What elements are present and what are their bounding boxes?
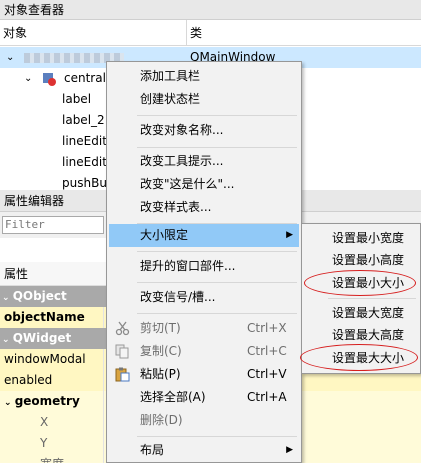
expand-icon[interactable]: ⌄ (2, 293, 13, 303)
tree-row-label: pushBu (62, 176, 107, 190)
menu-item-change-whatsthis[interactable]: 改变"这是什么"... (109, 173, 299, 196)
property-label: enabled (0, 370, 104, 391)
submenu-item-set-min-height[interactable]: 设置最小高度 (304, 249, 418, 271)
tree-row-label: label_2 (62, 113, 105, 127)
menu-item-layout[interactable]: 布局 ▶ (109, 439, 299, 462)
menu-item-copy[interactable]: 复制(C) Ctrl+C (109, 340, 299, 363)
menu-item-add-toolbar[interactable]: 添加工具栏 (109, 65, 299, 88)
property-group-label: QObject (12, 289, 67, 303)
menu-item-label: 复制(C) (140, 344, 182, 358)
property-label: Y (0, 433, 104, 454)
submenu-arrow-icon: ▶ (286, 445, 293, 455)
menu-item-change-stylesheet[interactable]: 改变样式表... (109, 196, 299, 219)
menu-separator (137, 147, 297, 148)
tree-row-label: lineEdit (62, 134, 107, 148)
menu-item-create-statusbar[interactable]: 创建状态栏 (109, 88, 299, 111)
annotation-ellipse-min-size (304, 270, 416, 296)
property-label: objectName (0, 307, 104, 328)
menu-item-change-objectname[interactable]: 改变对象名称... (109, 119, 299, 142)
object-tree-header: 对象 类 (0, 20, 421, 46)
expand-icon[interactable]: ⌄ (2, 335, 13, 345)
menu-separator (137, 436, 297, 437)
tree-row-label: label (62, 92, 92, 106)
chevron-down-icon[interactable]: ⌄ (6, 47, 14, 68)
menu-separator (137, 313, 297, 314)
scissors-icon (115, 321, 130, 336)
tree-row-label: central (64, 71, 106, 85)
menu-separator (137, 282, 297, 283)
menu-item-paste[interactable]: 粘贴(P) Ctrl+V (109, 363, 299, 386)
property-label: ⌄ QWidget (0, 328, 104, 349)
menu-item-delete[interactable]: 删除(D) (109, 409, 299, 432)
property-label: windowModal (0, 349, 104, 370)
property-label-text: geometry (14, 394, 80, 408)
property-label: ⌄ geometry (0, 391, 104, 412)
chevron-down-icon[interactable]: ⌄ (24, 68, 32, 89)
menu-separator (137, 115, 297, 116)
widget-icon (42, 72, 56, 86)
annotation-ellipse-max-size (300, 344, 418, 371)
menu-item-label: 选择全部(A) (140, 390, 206, 404)
shortcut-label: Ctrl+V (247, 367, 287, 381)
shortcut-label: Ctrl+C (247, 344, 287, 358)
menu-item-label: 大小限定 (140, 228, 189, 242)
menu-item-promote-widget[interactable]: 提升的窗口部件... (109, 255, 299, 278)
column-class[interactable]: 类 (186, 20, 202, 46)
menu-item-change-tooltip[interactable]: 改变工具提示... (109, 150, 299, 173)
menu-item-size-constraints[interactable]: 大小限定 ▶ (109, 224, 299, 247)
submenu-item-set-max-width[interactable]: 设置最大宽度 (304, 302, 418, 324)
expand-icon[interactable]: ⌄ (4, 398, 15, 408)
menu-item-label: 布局 (140, 443, 165, 457)
menu-item-cut[interactable]: 剪切(T) Ctrl+X (109, 317, 299, 340)
column-object[interactable]: 对象 (0, 20, 27, 46)
submenu-item-set-max-height[interactable]: 设置最大高度 (304, 324, 418, 346)
menu-item-label: 粘贴(P) (140, 367, 181, 381)
submenu-arrow-icon: ▶ (286, 230, 293, 240)
filter-input[interactable]: Filter (2, 216, 104, 234)
copy-icon (115, 344, 130, 359)
submenu-separator (328, 298, 416, 299)
menu-item-label: 剪切(T) (140, 321, 181, 335)
paste-icon (115, 367, 130, 382)
menu-separator (137, 251, 297, 252)
property-label: X (0, 412, 104, 433)
shortcut-label: Ctrl+X (247, 321, 287, 335)
tree-row-label: lineEdit (62, 155, 107, 169)
context-menu: 添加工具栏 创建状态栏 改变对象名称... 改变工具提示... 改变"这是什么"… (106, 61, 302, 463)
menu-item-select-all[interactable]: 选择全部(A) Ctrl+A (109, 386, 299, 409)
property-group-label: QWidget (12, 331, 72, 345)
property-label: 宽度 (0, 454, 104, 463)
shortcut-label: Ctrl+A (247, 390, 287, 404)
menu-item-change-signals-slots[interactable]: 改变信号/槽... (109, 286, 299, 309)
object-inspector-title: 对象查看器 (0, 0, 421, 20)
property-label: ⌄ QObject (0, 286, 104, 307)
submenu-item-set-min-width[interactable]: 设置最小宽度 (304, 227, 418, 249)
